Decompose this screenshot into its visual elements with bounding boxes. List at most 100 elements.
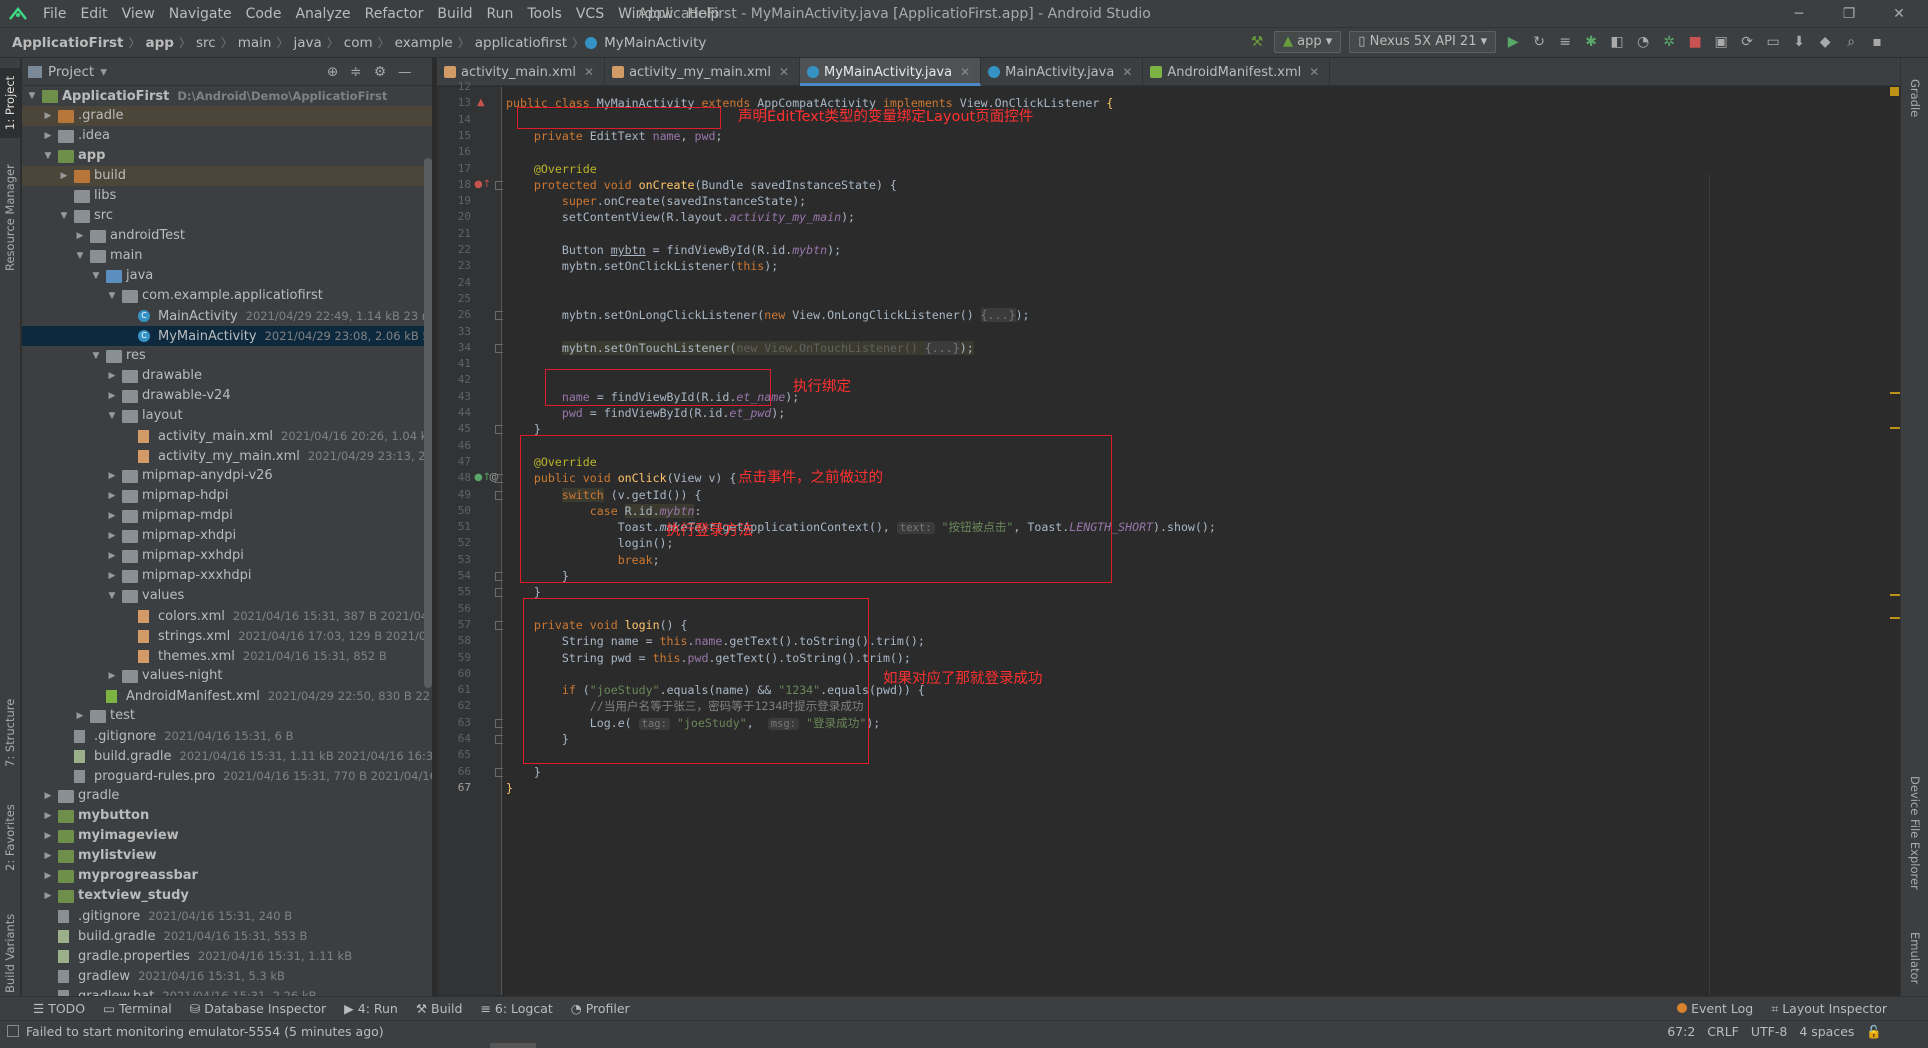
tree-node[interactable]: gradle.properties 2021/04/16 15:31, 1.11 … xyxy=(22,946,432,966)
maximize-button[interactable]: ❐ xyxy=(1826,0,1872,28)
chevron-right-icon[interactable]: ▶ xyxy=(74,706,86,726)
tree-node[interactable]: ▶ mylistview xyxy=(22,846,432,866)
tree-node[interactable]: colors.xml 2021/04/16 15:31, 387 B 2021/0… xyxy=(22,606,432,626)
editor-tab[interactable]: activity_my_main.xml ✕ xyxy=(605,57,800,86)
debug-icon[interactable]: ✱ xyxy=(1580,31,1602,53)
menu-item-refactor[interactable]: Refactor xyxy=(358,0,431,28)
rerun-icon[interactable]: ↻ xyxy=(1528,31,1550,53)
project-structure-icon[interactable]: ▣ xyxy=(1710,31,1732,53)
tree-node[interactable]: strings.xml 2021/04/16 17:03, 129 B 2021/… xyxy=(22,626,432,646)
tree-node[interactable]: build.gradle 2021/04/16 15:31, 553 B xyxy=(22,926,432,946)
tree-node[interactable]: ▶ mipmap-hdpi xyxy=(22,486,432,506)
chevron-right-icon[interactable]: ▶ xyxy=(106,526,118,546)
project-view-select[interactable]: Project xyxy=(48,64,94,80)
menu-item-edit[interactable]: Edit xyxy=(73,0,114,28)
tree-node[interactable]: libs xyxy=(22,186,432,206)
marker[interactable] xyxy=(1890,427,1900,429)
hide-panel-icon[interactable]: — xyxy=(398,64,412,80)
editor-scroll-markers[interactable] xyxy=(1888,87,1900,995)
tree-node[interactable]: C MainActivity 2021/04/29 22:49, 1.14 kB 2… xyxy=(22,306,432,326)
chevron-right-icon[interactable]: ▶ xyxy=(106,506,118,526)
tree-node[interactable]: C MyMainActivity 2021/04/29 23:08, 2.06 kB… xyxy=(22,326,432,346)
tree-node[interactable]: ▶ mipmap-xxxhdpi xyxy=(22,566,432,586)
tree-node[interactable]: ▶ myimageview xyxy=(22,826,432,846)
tree-node[interactable]: ▼ java xyxy=(22,266,432,286)
chevron-right-icon[interactable]: ▶ xyxy=(106,366,118,386)
tree-node[interactable]: ▶ .idea xyxy=(22,126,432,146)
bottom-tab-6-logcat[interactable]: ≡ 6: Logcat xyxy=(471,997,561,1021)
bottom-tab-profiler[interactable]: ◔ Profiler xyxy=(562,997,639,1021)
chevron-down-icon[interactable]: ▼ xyxy=(74,246,86,266)
menu-item-navigate[interactable]: Navigate xyxy=(162,0,239,28)
menu-item-tools[interactable]: Tools xyxy=(520,0,569,28)
bottom-tab-build[interactable]: ⚒ Build xyxy=(407,997,472,1021)
close-tab-icon[interactable]: ✕ xyxy=(779,65,789,79)
gear-icon[interactable]: ⚙ xyxy=(374,64,386,80)
chevron-right-icon[interactable]: ▶ xyxy=(42,806,54,826)
bottom-tab-todo[interactable]: ☰ TODO xyxy=(24,997,94,1021)
caret-position[interactable]: 67:2 xyxy=(1661,1021,1701,1043)
chevron-right-icon[interactable]: ▶ xyxy=(106,386,118,406)
marker[interactable] xyxy=(1890,617,1900,619)
tree-node[interactable]: ▶ myprogreassbar xyxy=(22,866,432,886)
bottom-tab-terminal[interactable]: ▭ Terminal xyxy=(94,997,181,1021)
tree-node[interactable]: ▼ res xyxy=(22,346,432,366)
plugin-icon[interactable]: ◆ xyxy=(1814,31,1836,53)
tab-emulator[interactable]: Emulator xyxy=(1901,918,1928,998)
chevron-right-icon[interactable]: ▶ xyxy=(58,166,70,186)
tree-node[interactable]: ▶ mybutton xyxy=(22,806,432,826)
tree-node[interactable]: gradlew 2021/04/16 15:31, 5.3 kB xyxy=(22,966,432,986)
tree-node[interactable]: ▶ mipmap-anydpi-v26 xyxy=(22,466,432,486)
chevron-right-icon[interactable]: ▶ xyxy=(106,546,118,566)
minimize-button[interactable]: ─ xyxy=(1776,0,1822,28)
chevron-right-icon[interactable]: ▶ xyxy=(106,666,118,686)
chevron-right-icon[interactable]: ▶ xyxy=(106,486,118,506)
menu-item-file[interactable]: File xyxy=(36,0,73,28)
chevron-right-icon[interactable]: ▶ xyxy=(42,886,54,906)
warning-indicator-icon[interactable] xyxy=(1890,87,1899,96)
tree-node[interactable]: ▼ values xyxy=(22,586,432,606)
tab-resource-manager[interactable]: Resource Manager xyxy=(0,153,21,283)
tree-node[interactable]: activity_main.xml 2021/04/16 20:26, 1.04 … xyxy=(22,426,432,446)
lock-icon[interactable]: 🔓 xyxy=(1860,1021,1888,1043)
tree-node[interactable]: .gitignore 2021/04/16 15:31, 240 B xyxy=(22,906,432,926)
tab-favorites[interactable]: 2: Favorites xyxy=(0,793,21,883)
apply-changes-icon[interactable]: ≡ xyxy=(1554,31,1576,53)
tree-node[interactable]: ▶ values-night xyxy=(22,666,432,686)
editor-tab[interactable]: AndroidManifest.xml ✕ xyxy=(1143,57,1331,86)
tree-node[interactable]: ▶ build xyxy=(22,166,432,186)
chevron-down-icon[interactable]: ▾ xyxy=(100,64,107,80)
coverage-icon[interactable]: ◧ xyxy=(1606,31,1628,53)
event-log-tab[interactable]: Event Log xyxy=(1668,997,1762,1021)
build-hammer-icon[interactable]: ⚒ xyxy=(1246,31,1268,53)
tree-node[interactable]: ▶ mipmap-mdpi xyxy=(22,506,432,526)
tree-node[interactable]: ▶ drawable xyxy=(22,366,432,386)
locate-icon[interactable]: ⊕ xyxy=(327,64,338,80)
menu-item-code[interactable]: Code xyxy=(239,0,289,28)
line-number[interactable]: 67 xyxy=(437,778,471,798)
tab-build-variants[interactable]: Build Variants xyxy=(0,898,21,1008)
device-select[interactable]: ▯ Nexus 5X API 21 ▾ xyxy=(1349,31,1497,53)
menu-item-view[interactable]: View xyxy=(115,0,162,28)
chevron-down-icon[interactable]: ▼ xyxy=(90,346,102,366)
marker[interactable] xyxy=(1890,392,1900,394)
search-icon[interactable]: ⌕ xyxy=(1840,31,1862,53)
marker[interactable] xyxy=(1890,594,1900,596)
editor-tab[interactable]: MyMainActivity.java ✕ xyxy=(800,57,982,86)
override-method-icon[interactable]: ●↑ xyxy=(474,179,491,191)
layout-inspector-tab[interactable]: ⌗ Layout Inspector xyxy=(1762,997,1896,1021)
tree-node[interactable]: ▼ main xyxy=(22,246,432,266)
indent-setting[interactable]: 4 spaces xyxy=(1793,1021,1860,1043)
tree-node[interactable]: ▶ textview_study xyxy=(22,886,432,906)
chevron-down-icon[interactable]: ▼ xyxy=(42,146,54,166)
file-encoding[interactable]: UTF-8 xyxy=(1745,1021,1793,1043)
editor-tab[interactable]: MainActivity.java ✕ xyxy=(981,57,1144,86)
tree-node[interactable]: ▶ mipmap-xhdpi xyxy=(22,526,432,546)
run-config-select[interactable]: ▲ app ▾ xyxy=(1274,31,1342,53)
chevron-right-icon[interactable]: ▶ xyxy=(106,466,118,486)
breadcrumb-item[interactable]: java xyxy=(289,35,325,51)
menu-item-run[interactable]: Run xyxy=(480,0,521,28)
menu-item-analyze[interactable]: Analyze xyxy=(288,0,357,28)
tree-node[interactable]: ▶ test xyxy=(22,706,432,726)
close-tab-icon[interactable]: ✕ xyxy=(960,65,970,79)
